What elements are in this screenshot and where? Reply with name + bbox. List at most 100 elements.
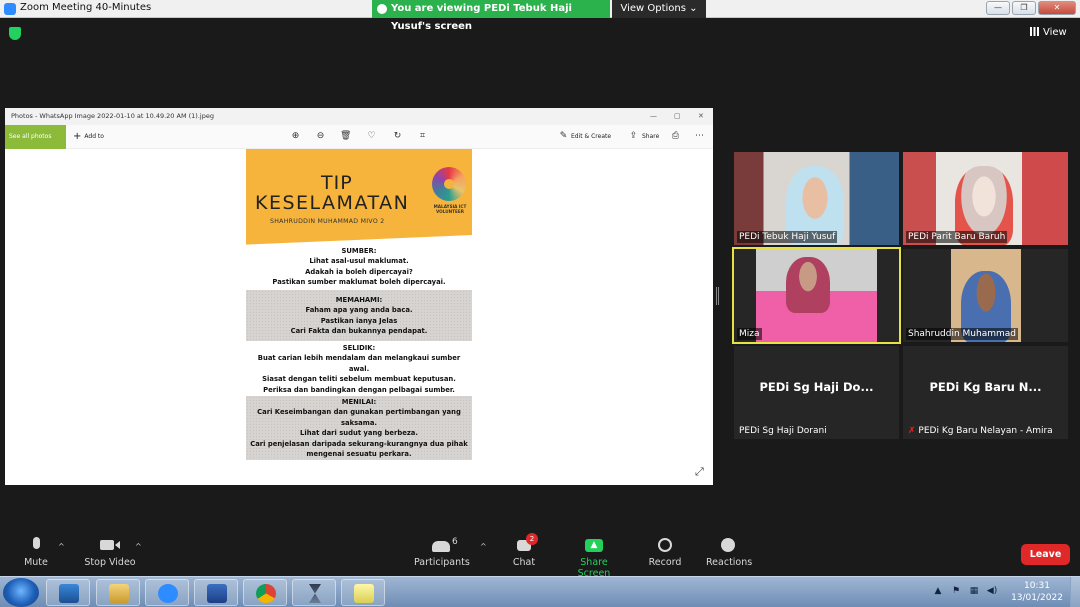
expand-icon[interactable]: ⤢ [695,466,707,478]
section-line: awal. [348,364,370,373]
window-title: Zoom Meeting 40-Minutes [20,2,152,13]
tray-network-icon[interactable]: ▦ [968,586,980,597]
stop-video-button[interactable]: Stop Video [84,537,136,568]
video-tile[interactable]: PEDi Tebuk Haji Yusuf [734,152,899,245]
shield-icon [377,4,387,14]
zoom-in-icon[interactable]: ⊕ [290,131,301,142]
section-line: mengenai sesuatu perkara. [306,450,412,459]
tray-flag-icon[interactable]: ⚑ [950,586,962,597]
taskbar-clock[interactable]: 10:31 13/01/2022 [1006,580,1068,604]
audio-options-chevron-icon[interactable]: ^ [58,542,65,551]
encryption-shield-icon[interactable] [9,27,21,40]
video-options-chevron-icon[interactable]: ^ [135,542,142,551]
taskbar-remote-desktop[interactable] [46,579,90,606]
share-icon: ⇪ [629,131,638,141]
participant-name: Shahruddin Muhammad [906,328,1018,340]
share-screen-button[interactable]: ▲ Share Screen [565,537,623,579]
view-options-button[interactable]: View Options ⌄ [612,0,706,18]
view-label: View [1043,27,1067,38]
edit-icon: ✎ [559,131,568,141]
share-button[interactable]: Share [642,125,659,149]
video-tile-no-video[interactable]: PEDi Kg Baru N... ✗ PEDi Kg Baru Nelayan… [903,346,1068,439]
panel-splitter-handle[interactable] [716,287,719,305]
start-button-windows-icon[interactable] [3,578,39,607]
video-camera-icon [84,537,136,553]
monitor-icon [59,584,79,603]
taskbar-file-explorer[interactable] [96,579,140,606]
section-line: Adakah ia boleh dipercayai? [305,267,413,276]
chat-unread-badge: 2 [526,533,538,545]
video-tile[interactable]: Shahruddin Muhammad [903,249,1068,342]
participants-button[interactable]: 6 Participants [414,537,470,568]
chat-bubble-icon: 2 [510,533,538,553]
taskbar-chrome[interactable] [243,579,287,606]
section-heading: SELIDIK: [342,344,376,352]
participant-name: PEDi Kg Baru Nelayan - Amira [918,426,1053,436]
add-to-button[interactable]: + Add to [73,125,104,149]
stop-video-label: Stop Video [84,557,136,568]
record-button[interactable]: Record [648,537,682,568]
video-tile-no-video[interactable]: PEDi Sg Haji Do... PEDi Sg Haji Dorani [734,346,899,439]
participant-name: PEDi Sg Haji Dorani [739,426,827,436]
reactions-button[interactable]: Reactions [706,537,753,568]
section-line: Cari Keseimbangan dan gunakan pertimbang… [257,408,461,417]
zoom-app-icon [4,3,16,15]
participant-name: PEDi Parit Baru Baruh [906,231,1008,243]
participants-options-chevron-icon[interactable]: ^ [480,542,487,551]
photos-minimize-icon[interactable]: — [650,108,657,125]
safety-tips-poster: TIP KESELAMATAN SHAHRUDDIN MUHAMMAD MIVO… [246,149,472,460]
view-button[interactable]: View [1030,25,1067,41]
minimize-button[interactable]: — [986,1,1010,15]
section-line: Cari Fakta dan bukannya pendapat. [290,327,428,336]
show-desktop-button[interactable] [1070,577,1080,607]
tray-volume-icon[interactable]: ◀) [986,586,998,597]
taskbar-zoom[interactable] [145,579,189,606]
hourglass-icon [309,584,321,603]
leave-button[interactable]: Leave [1021,544,1070,565]
poster-title-line2: KESELAMATAN [255,192,410,214]
mute-button[interactable]: Mute [22,537,50,568]
folder-icon [109,584,129,603]
participant-name-row: ✗ PEDi Kg Baru Nelayan - Amira [906,425,1055,437]
maximize-button[interactable]: ❐ [1012,1,1036,15]
taskbar-sticky-notes[interactable] [341,579,385,606]
see-all-photos-button[interactable]: See all photos [5,125,66,149]
participant-display-name: PEDi Sg Haji Do... [759,380,874,394]
close-button[interactable]: ✕ [1038,1,1076,15]
section-line: Pastikan sumber maklumat boleh dipercaya… [272,278,446,287]
smiley-icon [706,537,750,553]
crop-icon[interactable]: ⌗ [417,131,428,142]
chat-button[interactable]: 2 Chat [510,533,538,568]
section-menilai: MENILAI: Cari Keseimbangan dan gunakan p… [246,396,472,460]
photos-close-icon[interactable]: ✕ [698,108,704,125]
taskbar-hourglass[interactable] [292,579,336,606]
reactions-label: Reactions [706,557,753,568]
meeting-controls-bar: Mute ^ Stop Video ^ 6 Participants ^ 2 C… [0,532,1080,579]
zoom-out-icon[interactable]: ⊖ [315,131,326,142]
logo-text: MALAYSIA ICT VOLUNTEER [433,204,467,214]
section-sumber: SUMBER: Lihat asal-usul maklumat. Adakah… [246,245,472,289]
favorite-icon[interactable]: ♡ [366,131,377,142]
more-options-icon[interactable]: ⋯ [694,131,705,142]
photos-maximize-icon[interactable]: ▢ [674,108,681,125]
rotate-icon[interactable]: ↻ [392,131,403,142]
screen-share-banner: You are viewing PEDi Tebuk Haji Yusuf's … [372,0,610,32]
section-heading: MENILAI: [341,398,377,406]
video-tile[interactable]: PEDi Parit Baru Baruh [903,152,1068,245]
video-tile-active-speaker[interactable]: Miza [732,247,901,344]
tray-expand-icon[interactable]: ▲ [932,586,944,597]
delete-icon[interactable]: 🗑 [340,131,351,142]
photos-title-bar: Photos - WhatsApp Image 2022-01-10 at 10… [5,108,713,125]
zoom-icon [158,584,178,603]
section-line: Cari penjelasan daripada sekurang-kurang… [250,439,468,448]
print-icon[interactable]: ⎙ [670,131,681,142]
participants-count: 6 [452,537,458,547]
window-controls: — ❐ ✕ [986,1,1076,16]
poster-title-line1: TIP [321,172,353,194]
zoom-meeting-window: Zoom Meeting 40-Minutes — ❐ ✕ You are vi… [0,0,1080,607]
malaysia-ict-volunteer-logo [432,167,466,201]
edit-create-button[interactable]: Edit & Create [571,125,611,149]
section-line: Periksa dan bandingkan dengan pelbagai s… [263,385,455,394]
taskbar-word[interactable] [194,579,238,606]
windows-taskbar: ▲ ⚑ ▦ ◀) 10:31 13/01/2022 [0,576,1080,607]
